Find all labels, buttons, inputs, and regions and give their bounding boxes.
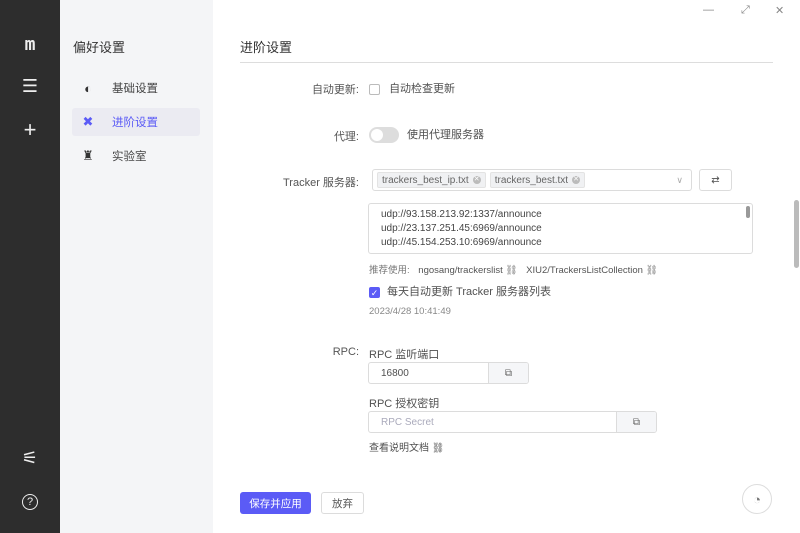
- auto-check-update-checkbox[interactable]: 自动检查更新: [369, 80, 455, 96]
- tag-label: trackers_best_ip.txt: [382, 174, 469, 186]
- minimize-icon[interactable]: —: [703, 4, 714, 16]
- tools-icon: ✖: [82, 114, 94, 129]
- help-icon[interactable]: ?: [18, 490, 42, 514]
- checkbox-label: 每天自动更新 Tracker 服务器列表: [387, 286, 551, 298]
- tracker-label: Tracker 服务器:: [283, 177, 359, 189]
- rpc-port-value[interactable]: 16800: [369, 363, 488, 383]
- sidebar-item-advanced[interactable]: ✖ 进阶设置: [72, 108, 200, 136]
- recommend-row: 推荐使用: ngosang/trackerslist ⛓ XIU2/Tracke…: [369, 262, 658, 276]
- tracker-list-textarea[interactable]: udp://93.158.213.92:1337/announce udp://…: [368, 203, 753, 254]
- proxy-label: 代理:: [333, 131, 359, 143]
- tracker-tag: trackers_best_ip.txt ✕: [377, 172, 486, 188]
- link-icon: ⛓: [642, 265, 658, 276]
- sidebar-item-label: 进阶设置: [112, 117, 158, 129]
- recommend-label: 推荐使用:: [369, 265, 410, 276]
- rpc-label: RPC:: [332, 346, 359, 358]
- dice-icon[interactable]: ⧉: [616, 412, 656, 432]
- tracker-line: udp://23.137.251.45:6969/announce: [381, 223, 542, 234]
- sidebar-item-label: 实验室: [112, 151, 147, 163]
- tag-label: trackers_best.txt: [494, 174, 569, 186]
- tag-remove-icon[interactable]: ✕: [572, 176, 581, 184]
- sidebar-item-lab[interactable]: ♜ 实验室: [72, 142, 200, 170]
- page-title: 进阶设置: [240, 40, 293, 55]
- speedometer-icon[interactable]: ◔: [742, 484, 772, 514]
- menu-icon[interactable]: ☰: [18, 74, 42, 98]
- sidebar-item-label: 基础设置: [112, 83, 158, 95]
- maximize-icon[interactable]: ⤢: [741, 4, 750, 17]
- sync-tracker-button[interactable]: ⇄: [699, 169, 732, 191]
- docs-link[interactable]: 查看说明文档 ⛓: [369, 439, 444, 454]
- link-icon: ⛓: [502, 265, 518, 276]
- checkbox-label: 自动检查更新: [389, 83, 456, 95]
- link-icon: ⛓: [429, 443, 445, 454]
- sliders-icon[interactable]: ⚟: [18, 446, 42, 470]
- app-rail: m ☰ + ⚟ ?: [0, 0, 60, 533]
- discard-button[interactable]: 放弃: [321, 492, 364, 514]
- toggle-switch[interactable]: [369, 127, 399, 144]
- toggle-icon: ◐: [84, 80, 92, 96]
- proxy-toggle[interactable]: 使用代理服务器: [369, 126, 484, 144]
- logo-icon: m: [24, 33, 36, 55]
- link-ngosang[interactable]: ngosang/trackerslist: [418, 265, 502, 276]
- checkbox-box: [369, 83, 380, 95]
- plus-icon[interactable]: +: [18, 117, 42, 142]
- check-icon: ✓: [369, 286, 380, 298]
- rpc-secret-field[interactable]: RPC Secret ⧉: [368, 411, 657, 433]
- daily-update-checkbox[interactable]: ✓ 每天自动更新 Tracker 服务器列表: [369, 283, 551, 299]
- last-update-time: 2023/4/28 10:41:49: [369, 306, 451, 317]
- rpc-port-label: RPC 监听端口: [369, 349, 440, 361]
- chevron-down-icon: ∨: [676, 174, 683, 185]
- sidebar-item-basic[interactable]: ◐ 基础设置: [72, 74, 200, 102]
- rpc-secret-input[interactable]: RPC Secret: [369, 412, 616, 432]
- tracker-tag: trackers_best.txt ✕: [489, 172, 586, 188]
- flask-icon: ♜: [82, 148, 94, 163]
- advanced-settings-panel: — ⤢ ✕ 进阶设置 自动更新: 自动检查更新 代理: 使用代理服务器 Trac…: [213, 0, 800, 533]
- rpc-port-field[interactable]: 16800 ⧉: [368, 362, 529, 384]
- sync-icon: ⇄: [711, 174, 720, 186]
- textarea-scrollbar[interactable]: [746, 206, 750, 218]
- toggle-label: 使用代理服务器: [407, 129, 484, 141]
- page-scrollbar[interactable]: [794, 200, 799, 268]
- link-xiu2[interactable]: XIU2/TrackersListCollection: [526, 265, 643, 276]
- tracker-line: udp://45.154.253.10:6969/announce: [381, 237, 542, 248]
- sidebar-title: 偏好设置: [73, 40, 126, 55]
- docs-link-label: 查看说明文档: [369, 443, 429, 454]
- tracker-line: udp://93.158.213.92:1337/announce: [381, 209, 542, 220]
- dice-icon[interactable]: ⧉: [488, 363, 528, 383]
- preferences-sidebar: 偏好设置 ◐ 基础设置 ✖ 进阶设置 ♜ 实验室: [60, 0, 213, 533]
- auto-update-label: 自动更新:: [311, 84, 359, 96]
- close-icon[interactable]: ✕: [775, 4, 784, 17]
- tracker-source-select[interactable]: trackers_best_ip.txt ✕ trackers_best.txt ✕…: [372, 169, 692, 191]
- divider: [240, 62, 773, 63]
- save-apply-button[interactable]: 保存并应用: [240, 492, 311, 514]
- rpc-secret-label: RPC 授权密钥: [369, 398, 440, 410]
- tag-remove-icon[interactable]: ✕: [472, 176, 481, 184]
